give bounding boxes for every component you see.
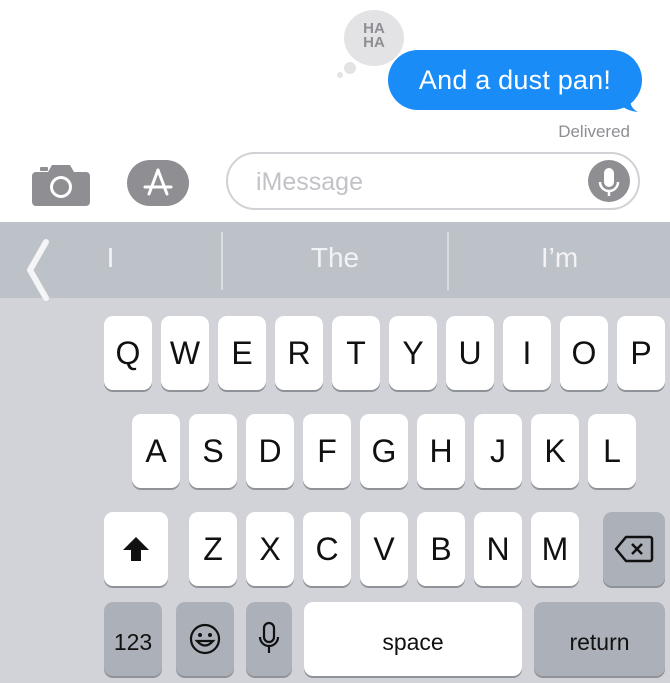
shift-key[interactable] <box>104 512 168 586</box>
dictation-key[interactable] <box>246 602 292 676</box>
key-p[interactable]: P <box>617 316 665 390</box>
key-v[interactable]: V <box>360 512 408 586</box>
key-r[interactable]: R <box>275 316 323 390</box>
key-u[interactable]: U <box>446 316 494 390</box>
voice-message-button[interactable] <box>588 160 630 202</box>
delete-key[interactable] <box>603 512 665 586</box>
key-g[interactable]: G <box>360 414 408 488</box>
numbers-key-label: 123 <box>113 629 153 655</box>
tapback-dot-small <box>337 72 343 78</box>
numbers-key[interactable]: 123 <box>104 602 162 676</box>
key-i[interactable]: I <box>503 316 551 390</box>
imessage-input[interactable] <box>254 162 578 202</box>
key-d[interactable]: D <box>246 414 294 488</box>
emoji-key[interactable] <box>176 602 234 676</box>
app-store-button[interactable] <box>127 160 189 206</box>
key-b[interactable]: B <box>417 512 465 586</box>
key-f[interactable]: F <box>303 414 351 488</box>
key-z[interactable]: Z <box>189 512 237 586</box>
key-y[interactable]: Y <box>389 316 437 390</box>
key-t[interactable]: T <box>332 316 380 390</box>
imessage-input-container[interactable] <box>226 152 640 210</box>
key-e[interactable]: E <box>218 316 266 390</box>
shift-icon <box>123 537 149 561</box>
key-a[interactable]: A <box>132 414 180 488</box>
key-x[interactable]: X <box>246 512 294 586</box>
return-key-label: return <box>569 629 630 655</box>
key-s[interactable]: S <box>189 414 237 488</box>
emoji-icon <box>189 623 221 655</box>
camera-button[interactable] <box>32 162 90 206</box>
predictive-text-bar: I The I’m <box>0 222 670 298</box>
key-m[interactable]: M <box>531 512 579 586</box>
return-key[interactable]: return <box>534 602 665 676</box>
camera-icon <box>32 165 90 206</box>
key-o[interactable]: O <box>560 316 608 390</box>
tapback-dot <box>344 62 356 74</box>
chevron-left-icon[interactable] <box>18 234 54 306</box>
key-h[interactable]: H <box>417 414 465 488</box>
space-key[interactable]: space <box>304 602 522 676</box>
tapback-text: HA HA <box>363 20 385 51</box>
app-store-icon <box>143 168 173 196</box>
prediction-2[interactable]: The <box>223 222 447 298</box>
microphone-icon <box>598 168 620 196</box>
sent-message-bubble[interactable]: And a dust pan! <box>388 50 642 110</box>
prediction-3[interactable]: I’m <box>449 222 670 298</box>
key-c[interactable]: C <box>303 512 351 586</box>
key-l[interactable]: L <box>588 414 636 488</box>
delivery-status: Delivered <box>558 122 630 141</box>
tapback-label: HA HA <box>350 20 398 51</box>
key-q[interactable]: Q <box>104 316 152 390</box>
key-n[interactable]: N <box>474 512 522 586</box>
key-w[interactable]: W <box>161 316 209 390</box>
dictation-microphone-icon <box>258 621 280 653</box>
keyboard: I The I’m Q W E R T Y U I O P A S D F G … <box>0 222 670 683</box>
delete-icon <box>614 535 654 563</box>
key-k[interactable]: K <box>531 414 579 488</box>
key-j[interactable]: J <box>474 414 522 488</box>
space-key-label: space <box>382 629 444 655</box>
